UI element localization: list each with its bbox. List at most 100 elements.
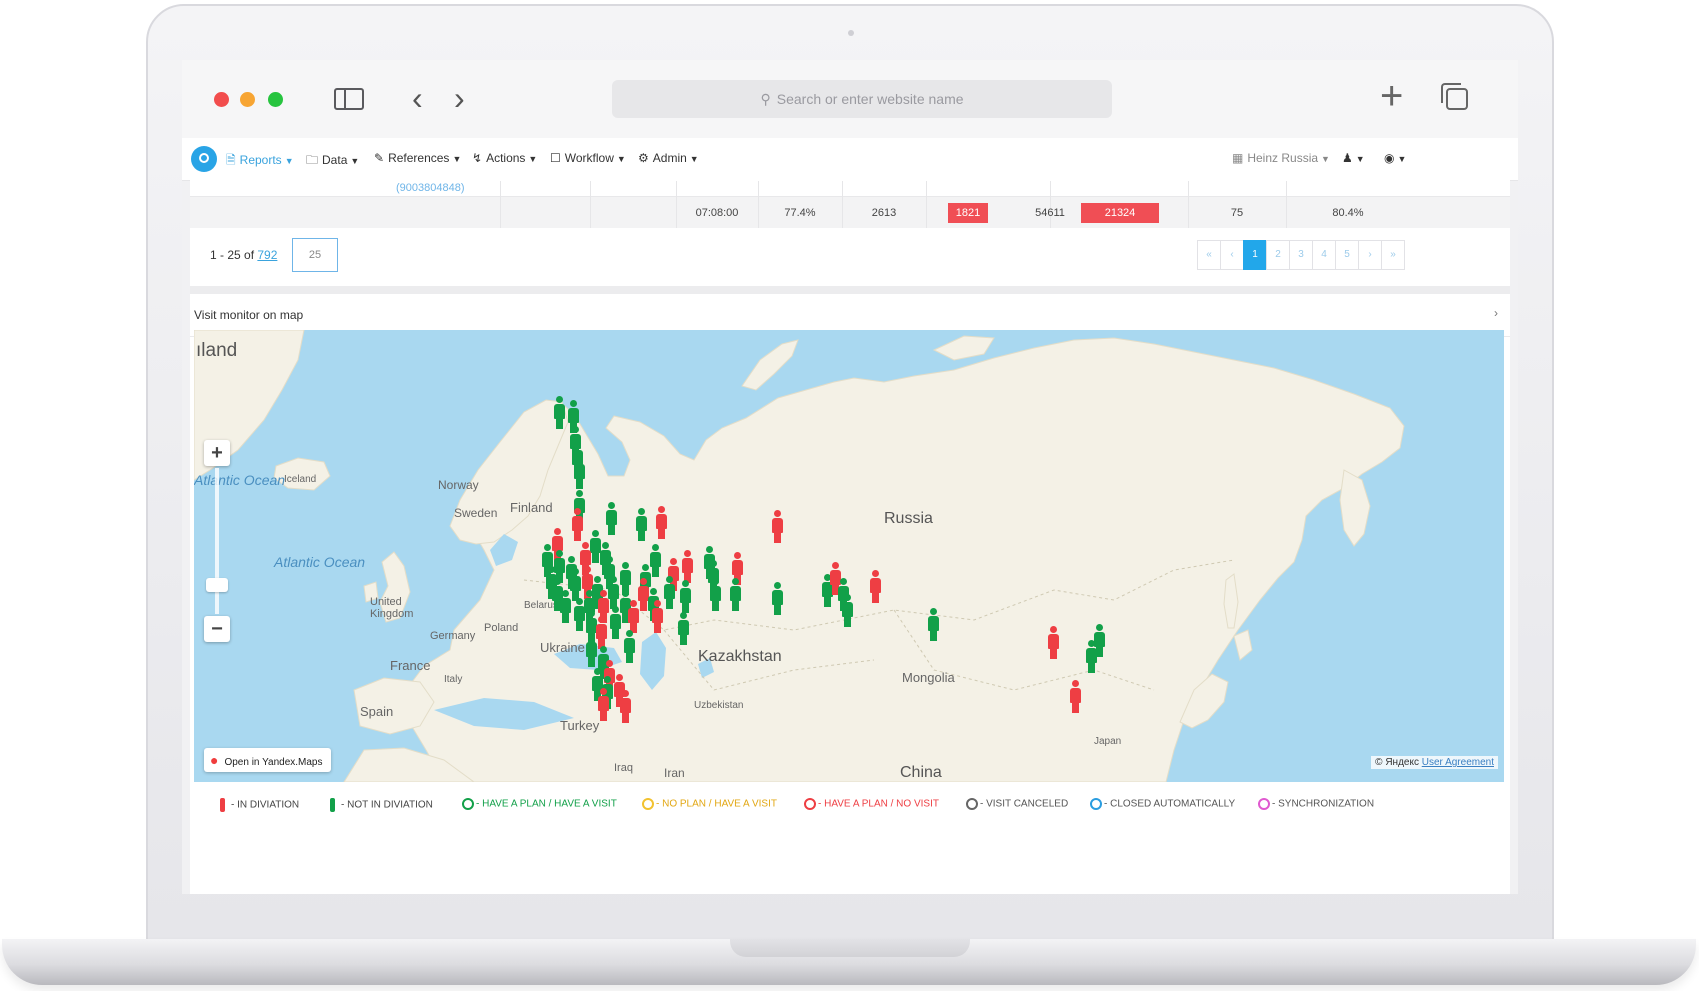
person-marker-green-icon[interactable]	[730, 578, 741, 612]
person-marker-red-icon[interactable]	[1070, 680, 1081, 714]
person-marker-green-icon[interactable]	[590, 530, 601, 564]
marker-part	[610, 576, 617, 583]
account-selector[interactable]: ▦ Heinz Russia ▼	[1232, 151, 1330, 165]
person-marker-green-icon[interactable]	[606, 502, 617, 536]
nav-workflow[interactable]: ☐ Workflow ▼	[550, 151, 626, 165]
legend-label: - NOT IN DIVIATION	[341, 799, 433, 811]
phone-link[interactable]: (9003804848)	[396, 182, 465, 194]
person-marker-red-icon[interactable]	[572, 508, 583, 542]
person-marker-green-icon[interactable]	[586, 634, 597, 668]
prev-page-button[interactable]: ‹	[1220, 240, 1244, 270]
page-size-select[interactable]: 25	[292, 238, 338, 272]
marker-part	[844, 594, 851, 601]
nav-references[interactable]: ✎ References ▼	[374, 151, 461, 165]
marker-part	[544, 544, 551, 551]
person-marker-red-icon[interactable]	[682, 550, 693, 584]
app-logo[interactable]	[191, 146, 217, 172]
person-marker-green-icon[interactable]	[680, 580, 691, 614]
person-marker-red-icon[interactable]	[620, 690, 631, 724]
person-marker-red-icon[interactable]	[598, 688, 609, 722]
marker-part	[600, 590, 607, 597]
next-page-button[interactable]: ›	[1358, 240, 1382, 270]
page-button[interactable]: 5	[1335, 240, 1359, 270]
map-label-germany: Germany	[430, 630, 476, 642]
maximize-window-button[interactable]	[268, 92, 283, 107]
tabs-overview-icon[interactable]	[1441, 83, 1468, 110]
map-label-japan: Japan	[1094, 736, 1122, 747]
legend-item: - NOT IN DIVIATION	[330, 798, 433, 812]
zoom-track[interactable]	[215, 468, 219, 614]
person-marker-green-icon[interactable]	[574, 598, 585, 632]
person-marker-red-icon[interactable]	[870, 570, 881, 604]
marker-part	[574, 530, 581, 541]
person-marker-green-icon[interactable]	[636, 508, 647, 542]
map-label-sweden: Sweden	[454, 506, 498, 520]
page-button[interactable]: 4	[1312, 240, 1336, 270]
marker-part	[678, 620, 689, 635]
person-marker-green-icon[interactable]	[710, 578, 721, 612]
nav-actions[interactable]: ↯ Actions ▼	[472, 151, 537, 165]
close-window-button[interactable]	[214, 92, 229, 107]
page-button[interactable]: 1	[1243, 240, 1267, 270]
person-marker-red-icon[interactable]	[652, 600, 663, 634]
nav-data[interactable]: 🗀 Data ▼	[306, 151, 359, 172]
zoom-in-button[interactable]: +	[204, 440, 230, 466]
open-yandex-maps-button[interactable]: ● Open in Yandex.Maps	[204, 748, 331, 772]
marker-part	[712, 578, 719, 585]
first-page-button[interactable]: «	[1197, 240, 1221, 270]
new-tab-icon[interactable]: +	[1380, 76, 1403, 116]
person-marker-green-icon[interactable]	[928, 608, 939, 642]
forward-arrow-icon[interactable]: ›	[454, 80, 465, 116]
person-marker-green-icon[interactable]	[678, 612, 689, 646]
person-marker-red-icon[interactable]	[638, 578, 649, 612]
zoom-slider-handle[interactable]	[206, 578, 228, 592]
back-arrow-icon[interactable]: ‹	[412, 80, 423, 116]
zoom-out-button[interactable]: −	[204, 616, 230, 642]
marker-part	[598, 616, 605, 623]
range-prefix: 1 - 25 of	[210, 248, 258, 262]
user-agreement-link[interactable]: User Agreement	[1422, 757, 1494, 768]
person-marker-green-icon[interactable]	[772, 582, 783, 616]
nav-reports[interactable]: 🗎 Reports ▼	[226, 151, 294, 172]
marker-part	[626, 630, 633, 637]
user-menu[interactable]: ♟ ▼	[1342, 151, 1365, 165]
person-marker-green-icon[interactable]	[624, 630, 635, 664]
person-marker-green-icon[interactable]	[608, 576, 619, 610]
minimize-window-button[interactable]	[240, 92, 255, 107]
person-marker-red-icon[interactable]	[772, 510, 783, 544]
person-marker-green-icon[interactable]	[664, 576, 675, 610]
address-bar[interactable]: ⚲ Search or enter website name	[612, 80, 1112, 118]
marker-part	[654, 622, 661, 633]
person-marker-red-icon[interactable]	[628, 600, 639, 634]
person-marker-green-icon[interactable]	[842, 594, 853, 628]
chevron-right-icon[interactable]: ›	[1494, 306, 1498, 320]
person-marker-green-icon[interactable]	[650, 544, 661, 578]
person-marker-green-icon[interactable]	[560, 590, 571, 624]
person-marker-red-icon[interactable]	[656, 506, 667, 540]
page-button[interactable]: 2	[1266, 240, 1290, 270]
nav-admin[interactable]: ⚙ Admin ▼	[638, 151, 699, 165]
person-marker-green-icon[interactable]	[1086, 640, 1097, 674]
person-marker-red-icon[interactable]	[596, 616, 607, 650]
marker-part	[622, 690, 629, 697]
marker-part	[640, 578, 647, 585]
sidebar-toggle-icon[interactable]	[334, 88, 364, 110]
map-label-china: China	[900, 764, 942, 781]
person-marker-red-icon[interactable]	[1048, 626, 1059, 660]
person-marker-green-icon[interactable]	[554, 396, 565, 430]
page-button[interactable]: 3	[1289, 240, 1313, 270]
last-page-button[interactable]: »	[1381, 240, 1405, 270]
person-marker-green-icon[interactable]	[570, 568, 581, 602]
visit-map[interactable]: ıland Atlantic Ocean Iceland Atlantic Oc…	[194, 330, 1504, 782]
legend-item: - NO PLAN / HAVE A VISIT	[642, 798, 777, 810]
marker-part	[656, 514, 667, 529]
map-label-france: France	[390, 658, 431, 673]
person-marker-green-icon[interactable]	[610, 606, 621, 640]
marker-part	[572, 426, 579, 433]
status-circle-blue-icon	[1090, 798, 1102, 810]
language-menu[interactable]: ◉ ▼	[1384, 151, 1406, 165]
marker-part	[622, 562, 629, 569]
total-count-link[interactable]: 792	[257, 248, 277, 262]
marker-part	[572, 568, 579, 575]
person-marker-green-icon[interactable]	[574, 456, 585, 490]
